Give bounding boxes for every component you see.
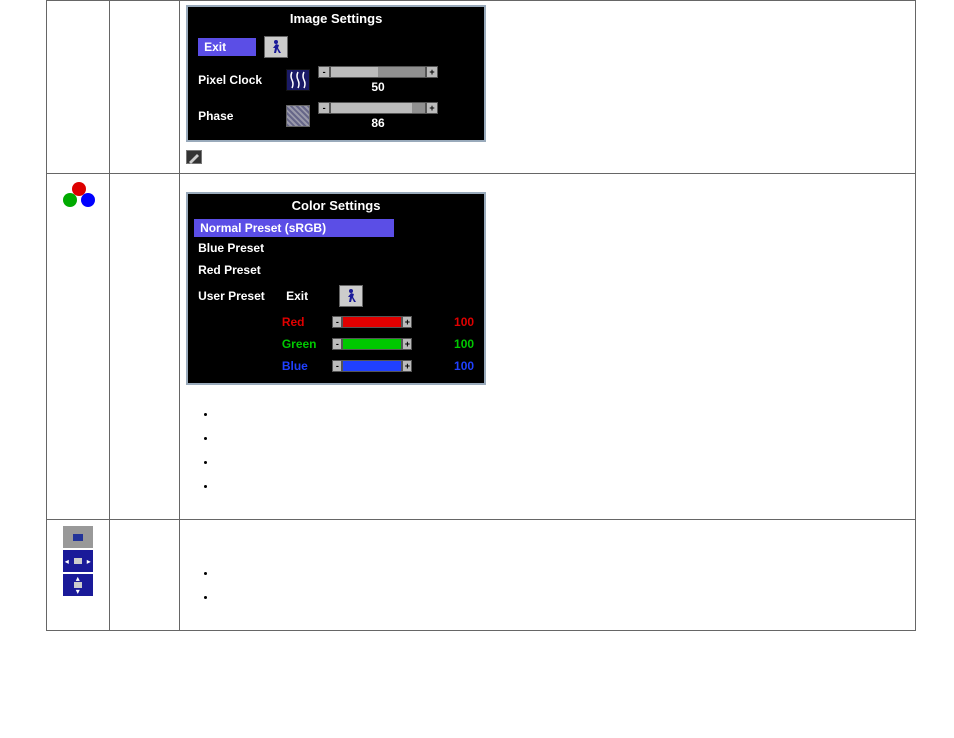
image-settings-osd: Image Settings Exit Pixel Clock -	[186, 5, 486, 142]
green-slider[interactable]: - +	[332, 338, 446, 350]
slider-minus[interactable]: -	[318, 66, 330, 78]
position-icon	[63, 526, 93, 548]
color-settings-content: Color Settings Normal Preset (sRGB) Blue…	[180, 174, 916, 520]
user-exit-icon[interactable]	[339, 285, 363, 307]
color-bullet-list	[186, 385, 909, 515]
position-blank-cell	[109, 520, 180, 631]
phase-value: 86	[371, 116, 384, 130]
slider-minus[interactable]: -	[332, 316, 342, 328]
slider-minus[interactable]: -	[332, 360, 342, 372]
slider-minus[interactable]: -	[318, 102, 330, 114]
phase-slider[interactable]: - + 86	[318, 102, 438, 130]
phase-row[interactable]: Phase - + 86	[188, 98, 484, 140]
slider-minus[interactable]: -	[332, 338, 342, 350]
blue-slider-row[interactable]: Blue - + 100	[188, 355, 484, 383]
rgb-icon	[63, 182, 93, 210]
blue-value: 100	[454, 359, 474, 373]
blue-preset-row[interactable]: Blue Preset	[188, 237, 484, 259]
slider-plus[interactable]: +	[402, 316, 412, 328]
green-label: Green	[282, 337, 325, 351]
slider-plus[interactable]: +	[426, 102, 438, 114]
image-settings-exit-row[interactable]: Exit	[188, 32, 484, 62]
red-value: 100	[454, 315, 474, 329]
red-label: Red	[282, 315, 325, 329]
list-item	[216, 433, 909, 443]
exit-icon[interactable]	[264, 36, 288, 58]
red-preset-row[interactable]: Red Preset	[188, 259, 484, 281]
slider-plus[interactable]: +	[426, 66, 438, 78]
normal-preset-row[interactable]: Normal Preset (sRGB)	[188, 219, 484, 237]
pixel-clock-label: Pixel Clock	[198, 73, 278, 87]
user-exit-label: Exit	[286, 289, 331, 303]
red-slider-row[interactable]: Red - + 100	[188, 311, 484, 333]
pixel-clock-row[interactable]: Pixel Clock - + 50	[188, 62, 484, 98]
image-settings-content: Image Settings Exit Pixel Clock -	[180, 1, 916, 174]
phase-label: Phase	[198, 109, 278, 123]
normal-preset-label: Normal Preset (sRGB)	[194, 219, 394, 237]
green-slider-row[interactable]: Green - + 100	[188, 333, 484, 355]
position-vertical-icon[interactable]: ▴▾	[63, 574, 93, 596]
image-settings-icon-cell	[47, 1, 110, 174]
color-settings-osd: Color Settings Normal Preset (sRGB) Blue…	[186, 192, 486, 385]
pixel-clock-value: 50	[371, 80, 384, 94]
list-item	[216, 481, 909, 491]
slider-plus[interactable]: +	[402, 360, 412, 372]
position-horizontal-icon[interactable]: ◂▸	[63, 550, 93, 572]
image-settings-title: Image Settings	[188, 7, 484, 32]
list-item	[216, 568, 909, 578]
blue-slider[interactable]: - +	[332, 360, 446, 372]
list-item	[216, 592, 909, 602]
slider-plus[interactable]: +	[402, 338, 412, 350]
green-value: 100	[454, 337, 474, 351]
list-item	[216, 409, 909, 419]
pixel-clock-icon	[286, 69, 310, 91]
exit-label: Exit	[198, 38, 256, 56]
user-preset-exit-row[interactable]: User Preset Exit	[188, 281, 484, 311]
note-icon	[186, 150, 202, 164]
position-content	[180, 520, 916, 631]
color-settings-blank-cell	[109, 174, 180, 520]
position-icon-cell: ◂▸ ▴▾	[47, 520, 110, 631]
position-bullet-list	[186, 524, 909, 626]
list-item	[216, 457, 909, 467]
pixel-clock-slider[interactable]: - + 50	[318, 66, 438, 94]
red-preset-label: Red Preset	[198, 263, 261, 277]
blue-preset-label: Blue Preset	[198, 241, 264, 255]
phase-icon	[286, 105, 310, 127]
color-settings-icon-cell	[47, 174, 110, 520]
user-preset-label: User Preset	[198, 289, 278, 303]
blue-label: Blue	[282, 359, 325, 373]
settings-table: Image Settings Exit Pixel Clock -	[46, 0, 916, 631]
color-settings-title: Color Settings	[188, 194, 484, 219]
red-slider[interactable]: - +	[332, 316, 446, 328]
image-settings-blank-cell	[109, 1, 180, 174]
